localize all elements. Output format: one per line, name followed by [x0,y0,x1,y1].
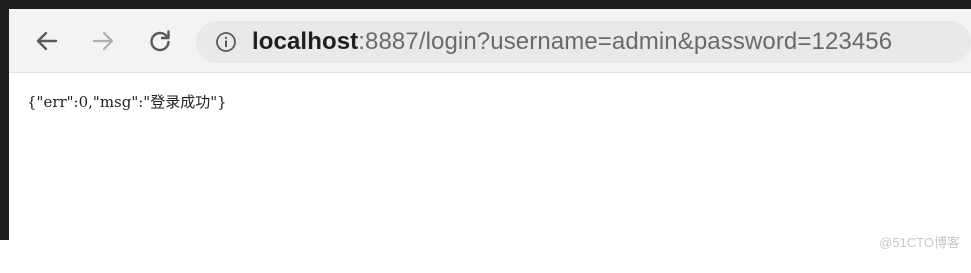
window-frame-left [0,0,9,240]
reload-button[interactable] [142,23,178,59]
forward-button[interactable] [85,23,121,59]
back-button[interactable] [29,23,65,59]
browser-window: localhost:8887/login?username=admin&pass… [0,0,971,273]
browser-toolbar: localhost:8887/login?username=admin&pass… [9,9,971,73]
watermark-text: @51CTO博客 [879,235,960,250]
window-frame-top [0,0,971,9]
url-host: localhost [252,28,359,55]
arrow-right-icon [92,31,114,51]
url-path: :8887/login?username=admin&password=1234… [358,28,893,55]
info-circle-icon[interactable] [214,30,238,54]
page-bottom-strip [0,240,971,273]
arrow-left-icon [36,31,58,51]
reload-icon [150,30,170,52]
url-text[interactable]: localhost:8887/login?username=admin&pass… [252,28,892,56]
address-bar[interactable]: localhost:8887/login?username=admin&pass… [196,21,971,63]
response-body-text: {"err":0,"msg":"登录成功"} [27,93,227,111]
